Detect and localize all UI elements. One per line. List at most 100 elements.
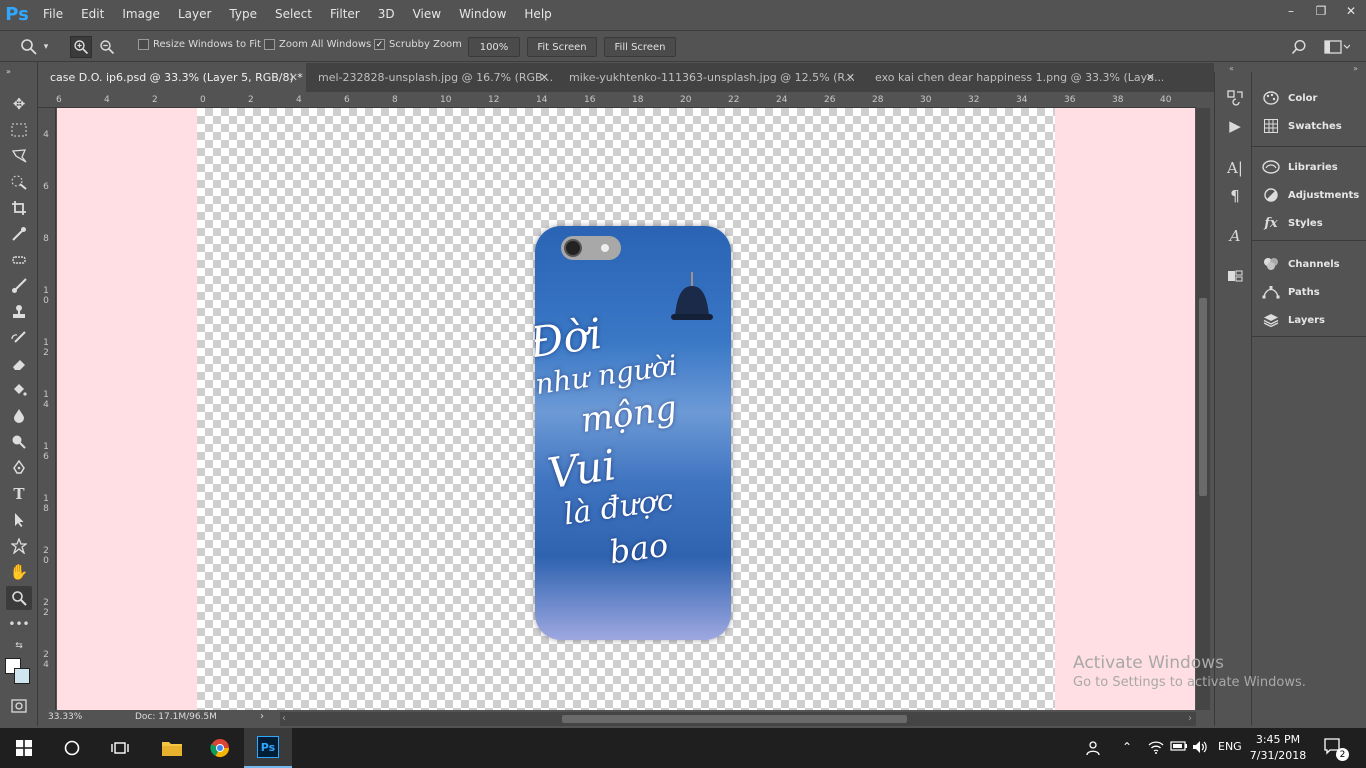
menu-edit[interactable]: Edit [72, 0, 113, 28]
marquee-tool-icon[interactable] [6, 118, 32, 142]
tab-exo-kai-chen[interactable]: exo kai chen dear happiness 1.png @ 33.3… [863, 63, 1163, 92]
blur-tool-icon[interactable] [6, 404, 32, 428]
pen-tool-icon[interactable] [6, 456, 32, 480]
status-menu-arrow-icon[interactable]: › [260, 711, 264, 722]
close-button[interactable]: ✕ [1336, 0, 1366, 22]
zoom-out-icon[interactable] [96, 36, 118, 58]
paragraph-panel-icon[interactable]: ¶ [1225, 186, 1245, 206]
battery-icon[interactable] [1170, 740, 1188, 755]
menu-window[interactable]: Window [450, 0, 515, 28]
eyedropper-tool-icon[interactable] [6, 222, 32, 246]
history-brush-tool-icon[interactable] [6, 326, 32, 350]
clone-stamp-tool-icon[interactable] [6, 300, 32, 324]
search-icon[interactable] [1288, 36, 1310, 58]
styles-panel-tab[interactable]: fx Styles [1262, 215, 1322, 231]
chrome-icon[interactable] [196, 728, 244, 768]
play-actions-icon[interactable]: ▶ [1225, 116, 1245, 136]
history-panel-icon[interactable] [1225, 88, 1245, 108]
layers-panel-tab[interactable]: Layers [1262, 312, 1325, 328]
glyphs-panel-icon[interactable]: A [1225, 226, 1245, 246]
close-icon[interactable]: ✕ [289, 71, 298, 84]
more-tools-icon[interactable]: ••• [6, 612, 32, 636]
menu-help[interactable]: Help [515, 0, 560, 28]
vertical-scrollbar[interactable] [1196, 108, 1210, 710]
close-icon[interactable]: ✕ [846, 71, 855, 84]
canvas-area[interactable]: Đời như người mộng Vui là được bao [57, 108, 1195, 710]
lasso-tool-icon[interactable] [6, 144, 32, 168]
restore-button[interactable]: ❐ [1306, 0, 1336, 22]
zoom-tool-preset-icon[interactable] [18, 36, 40, 58]
zoom-level-field[interactable]: 33.33% [48, 712, 82, 722]
paths-panel-tab[interactable]: Paths [1262, 284, 1320, 300]
menu-type[interactable]: Type [220, 0, 266, 28]
fill-screen-button[interactable]: Fill Screen [604, 37, 676, 57]
swatches-panel-tab[interactable]: Swatches [1262, 118, 1342, 134]
start-button[interactable] [0, 728, 48, 768]
menu-view[interactable]: View [404, 0, 450, 28]
minimize-button[interactable]: – [1276, 0, 1306, 22]
file-explorer-icon[interactable] [148, 728, 196, 768]
checkmark-icon[interactable]: ✓ [374, 39, 385, 50]
menu-select[interactable]: Select [266, 0, 321, 28]
close-icon[interactable]: ✕ [540, 71, 549, 84]
chevron-up-icon[interactable]: ⌃ [1122, 740, 1132, 754]
resize-windows-checkbox[interactable]: Resize Windows to Fit [138, 39, 261, 50]
expand-arrows-icon[interactable]: » [1353, 64, 1358, 73]
tab-case-do-ip6[interactable]: case D.O. ip6.psd @ 33.3% (Layer 5, RGB/… [38, 63, 306, 92]
horizontal-scrollbar-thumb[interactable] [562, 715, 907, 723]
language-indicator[interactable]: ENG [1218, 740, 1242, 753]
fit-screen-button[interactable]: Fit Screen [527, 37, 597, 57]
vertical-ruler[interactable]: 4 6 8 1 0 1 2 1 4 1 6 1 8 2 0 2 2 2 4 [38, 108, 56, 710]
background-color-swatch[interactable] [14, 668, 30, 684]
system-clock[interactable]: 3:45 PM 7/31/2018 [1248, 732, 1308, 764]
adjustments-panel-tab[interactable]: Adjustments [1262, 187, 1359, 203]
menu-layer[interactable]: Layer [169, 0, 220, 28]
menu-filter[interactable]: Filter [321, 0, 369, 28]
move-tool-icon[interactable]: ✥ [6, 92, 32, 116]
tab-mike-yukhtenko[interactable]: mike-yukhtenko-111363-unsplash.jpg @ 12.… [557, 63, 863, 92]
3d-panel-icon[interactable] [1225, 266, 1245, 286]
dodge-tool-icon[interactable] [6, 430, 32, 454]
spot-healing-tool-icon[interactable] [6, 248, 32, 272]
eraser-tool-icon[interactable] [6, 352, 32, 376]
color-panel-tab[interactable]: Color [1262, 90, 1317, 106]
zoom-in-icon[interactable] [70, 36, 92, 58]
horizontal-ruler[interactable]: 6 4 2 0 2 4 6 8 10 12 14 16 18 20 22 24 26 28 30 32 34 36 38 40 [38, 92, 1196, 108]
menu-image[interactable]: Image [113, 0, 169, 28]
path-selection-tool-icon[interactable] [6, 508, 32, 532]
workspace-switcher-icon[interactable] [1322, 36, 1352, 58]
tab-mel-unsplash[interactable]: mel-232828-unsplash.jpg @ 16.7% (RGB... … [306, 63, 557, 92]
search-circle-icon[interactable] [48, 728, 96, 768]
horizontal-scrollbar[interactable]: ‹ › [280, 712, 1196, 726]
scroll-left-icon[interactable]: ‹ [282, 713, 286, 724]
scrubby-zoom-checkbox[interactable]: ✓ Scrubby Zoom [374, 39, 462, 50]
channels-panel-tab[interactable]: Channels [1262, 256, 1340, 272]
checkbox-box[interactable] [138, 39, 149, 50]
checkbox-box[interactable] [264, 39, 275, 50]
quick-selection-tool-icon[interactable] [6, 170, 32, 194]
zoom-100-button[interactable]: 100% [468, 37, 520, 57]
zoom-tool-icon[interactable] [6, 586, 32, 610]
quick-mask-icon[interactable] [6, 694, 32, 718]
collapse-arrows-icon[interactable]: » [6, 66, 32, 76]
wifi-icon[interactable] [1148, 740, 1164, 757]
collapse-arrows-icon[interactable]: « [1229, 64, 1234, 73]
menu-file[interactable]: File [34, 0, 72, 28]
zoom-all-windows-checkbox[interactable]: Zoom All Windows [264, 39, 371, 50]
crop-tool-icon[interactable] [6, 196, 32, 220]
character-panel-icon[interactable]: A| [1225, 158, 1245, 178]
photoshop-taskbar-button[interactable]: Ps [244, 728, 292, 768]
libraries-panel-tab[interactable]: Libraries [1262, 159, 1338, 175]
swap-colors-icon[interactable]: ⇆ [6, 640, 32, 652]
people-icon[interactable] [1086, 740, 1102, 759]
vertical-scrollbar-thumb[interactable] [1199, 298, 1207, 496]
scroll-right-icon[interactable]: › [1188, 713, 1192, 724]
close-icon[interactable]: ✕ [1146, 71, 1155, 84]
chevron-down-icon[interactable]: ▾ [40, 36, 52, 58]
type-tool-icon[interactable]: T [6, 482, 32, 506]
custom-shape-tool-icon[interactable] [6, 534, 32, 558]
volume-icon[interactable] [1192, 740, 1208, 757]
hand-tool-icon[interactable]: ✋ [6, 560, 32, 584]
brush-tool-icon[interactable] [6, 274, 32, 298]
task-view-icon[interactable] [96, 728, 144, 768]
